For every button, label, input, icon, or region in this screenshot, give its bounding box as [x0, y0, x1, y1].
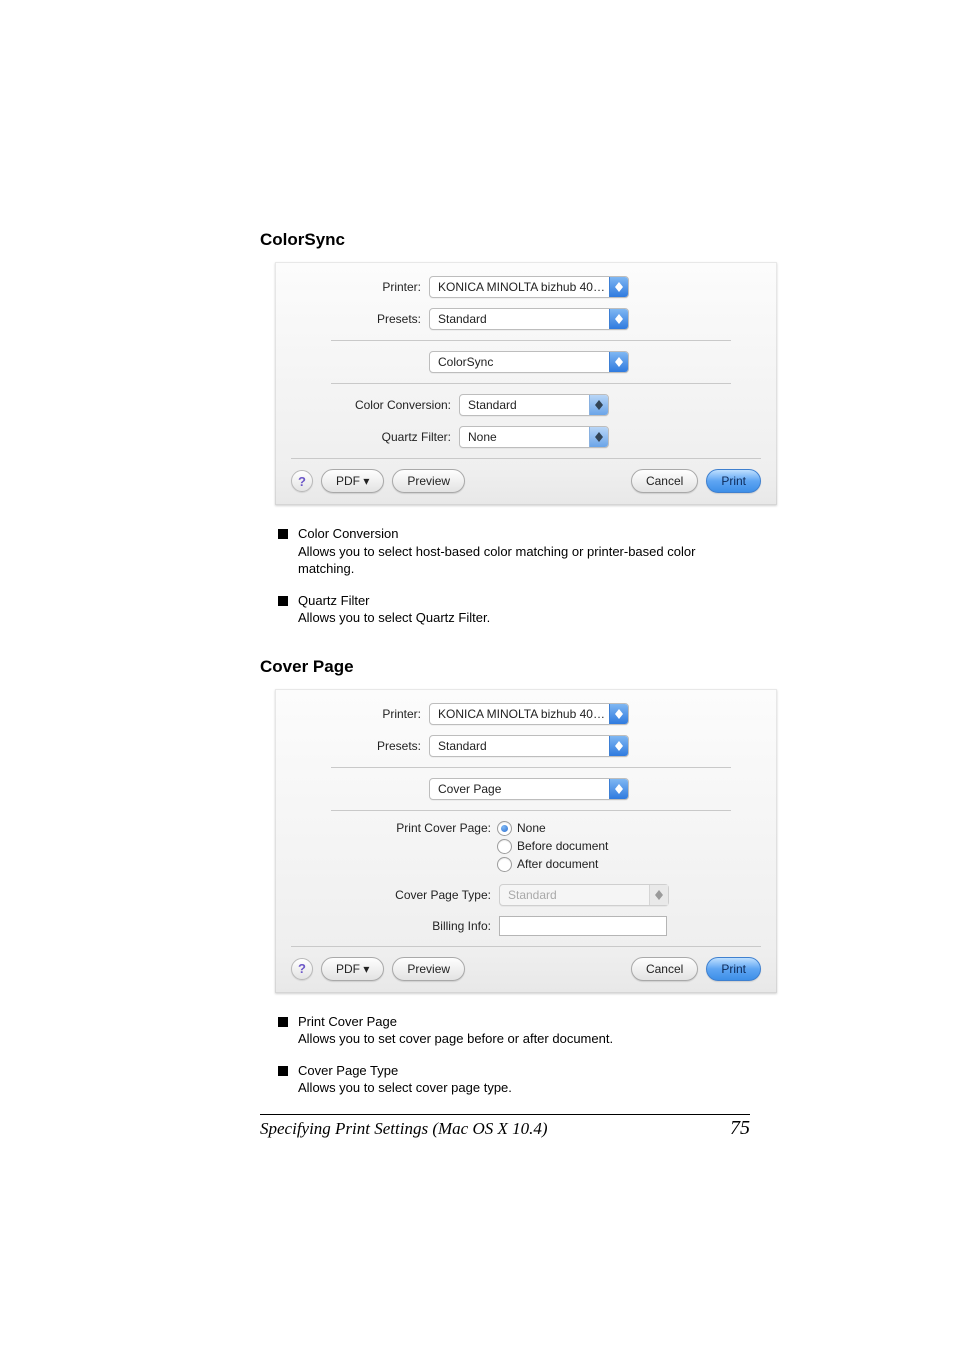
- explain-desc: Allows you to select cover page type.: [298, 1080, 512, 1095]
- cover-page-type-value: Standard: [508, 888, 649, 902]
- dialog-colorsync: Printer: KONICA MINOLTA bizhub 40P... Pr…: [275, 262, 777, 505]
- presets-select-value: Standard: [438, 312, 609, 326]
- label-presets: Presets:: [291, 739, 429, 753]
- help-button[interactable]: ?: [291, 958, 313, 980]
- presets-select[interactable]: Standard: [429, 735, 629, 757]
- label-billing-info: Billing Info:: [291, 919, 499, 933]
- explain-title: Cover Page Type: [298, 1062, 512, 1080]
- updown-icon: [609, 309, 628, 329]
- print-button[interactable]: Print: [706, 469, 761, 493]
- updown-icon: [589, 395, 608, 415]
- radio-before-label: Before document: [517, 839, 608, 853]
- category-select[interactable]: ColorSync: [429, 351, 629, 373]
- category-select[interactable]: Cover Page: [429, 778, 629, 800]
- print-button[interactable]: Print: [706, 957, 761, 981]
- help-button[interactable]: ?: [291, 470, 313, 492]
- explain-title: Print Cover Page: [298, 1013, 613, 1031]
- cancel-button[interactable]: Cancel: [631, 469, 698, 493]
- explain-title: Color Conversion: [298, 525, 754, 543]
- heading-colorsync: ColorSync: [260, 230, 754, 250]
- label-cover-page-type: Cover Page Type:: [291, 888, 499, 902]
- bullet-icon: [278, 596, 288, 606]
- printer-select-value: KONICA MINOLTA bizhub 40P...: [438, 280, 609, 294]
- presets-select[interactable]: Standard: [429, 308, 629, 330]
- label-print-cover-page: Print Cover Page:: [291, 821, 497, 835]
- updown-icon: [609, 704, 628, 724]
- radio-after[interactable]: [497, 857, 512, 872]
- preview-button[interactable]: Preview: [392, 957, 465, 981]
- pdf-button[interactable]: PDF ▾: [321, 469, 384, 493]
- presets-select-value: Standard: [438, 739, 609, 753]
- cancel-button[interactable]: Cancel: [631, 957, 698, 981]
- color-conversion-select[interactable]: Standard: [459, 394, 609, 416]
- radio-after-label: After document: [517, 857, 598, 871]
- label-quartz-filter: Quartz Filter:: [291, 430, 459, 444]
- updown-icon: [609, 277, 628, 297]
- category-select-value: ColorSync: [438, 355, 609, 369]
- bullet-icon: [278, 1066, 288, 1076]
- updown-icon: [609, 352, 628, 372]
- label-printer: Printer:: [291, 280, 429, 294]
- preview-button[interactable]: Preview: [392, 469, 465, 493]
- label-printer: Printer:: [291, 707, 429, 721]
- color-conversion-value: Standard: [468, 398, 589, 412]
- bullet-icon: [278, 1017, 288, 1027]
- category-select-value: Cover Page: [438, 782, 609, 796]
- printer-select-value: KONICA MINOLTA bizhub 40P...: [438, 707, 609, 721]
- updown-icon: [609, 736, 628, 756]
- radio-before[interactable]: [497, 839, 512, 854]
- heading-coverpage: Cover Page: [260, 657, 754, 677]
- explain-desc: Allows you to set cover page before or a…: [298, 1031, 613, 1046]
- printer-select[interactable]: KONICA MINOLTA bizhub 40P...: [429, 276, 629, 298]
- bullet-icon: [278, 529, 288, 539]
- label-presets: Presets:: [291, 312, 429, 326]
- printer-select[interactable]: KONICA MINOLTA bizhub 40P...: [429, 703, 629, 725]
- dialog-coverpage: Printer: KONICA MINOLTA bizhub 40P... Pr…: [275, 689, 777, 993]
- explain-desc: Allows you to select Quartz Filter.: [298, 610, 490, 625]
- pdf-button[interactable]: PDF ▾: [321, 957, 384, 981]
- label-color-conversion: Color Conversion:: [291, 398, 459, 412]
- updown-icon: [589, 427, 608, 447]
- updown-icon: [609, 779, 628, 799]
- radio-none[interactable]: [497, 821, 512, 836]
- quartz-filter-select[interactable]: None: [459, 426, 609, 448]
- radio-none-label: None: [517, 821, 546, 835]
- cover-page-type-select: Standard: [499, 884, 669, 906]
- page-number: 75: [730, 1117, 750, 1140]
- quartz-filter-value: None: [468, 430, 589, 444]
- explain-desc: Allows you to select host-based color ma…: [298, 544, 695, 577]
- billing-info-input[interactable]: [499, 916, 667, 936]
- footer-text: Specifying Print Settings (Mac OS X 10.4…: [260, 1119, 548, 1139]
- explain-title: Quartz Filter: [298, 592, 490, 610]
- updown-icon: [649, 885, 668, 905]
